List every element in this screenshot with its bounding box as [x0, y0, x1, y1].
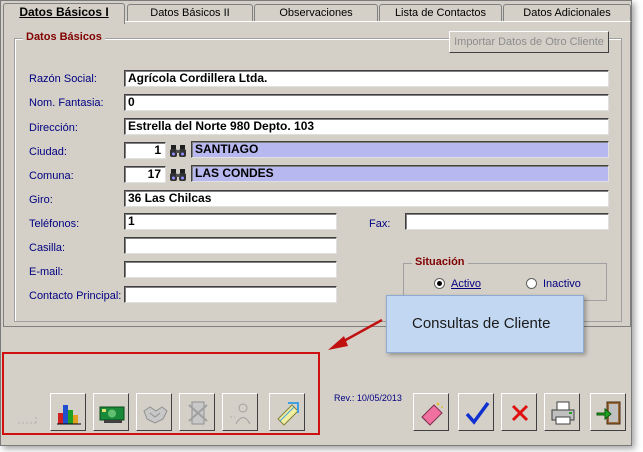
group-title: Datos Básicos — [23, 31, 105, 43]
highlight-box — [2, 352, 320, 435]
callout-box: Consultas de Cliente — [386, 295, 584, 353]
casilla-field[interactable] — [124, 237, 337, 254]
email-label: E-mail: — [29, 266, 64, 278]
email-field[interactable] — [124, 261, 337, 278]
ciudad-name-field: SANTIAGO — [191, 141, 609, 158]
comuna-code-field[interactable]: 17 — [124, 166, 166, 183]
contacto-label: Contacto Principal: — [29, 290, 122, 302]
radio-activo[interactable] — [434, 278, 445, 289]
revision-date: Rev.: 10/05/2013 — [334, 393, 402, 403]
binoculars-icon[interactable] — [169, 143, 187, 159]
comuna-name-field: LAS CONDES — [191, 165, 609, 182]
ciudad-code-field[interactable]: 1 — [124, 142, 166, 159]
cross-icon — [511, 404, 529, 422]
import-data-button[interactable]: Importar Datos de Otro Cliente — [449, 31, 609, 53]
casilla-label: Casilla: — [29, 242, 66, 254]
direccion-label: Dirección: — [29, 122, 78, 134]
ciudad-label: Ciudad: — [29, 146, 67, 158]
situacion-title: Situación — [412, 256, 468, 268]
telefonos-label: Teléfonos: — [29, 218, 80, 230]
razon-social-field[interactable]: Agrícola Cordillera Ltda. — [124, 70, 609, 87]
eraser-icon — [421, 402, 443, 426]
exit-door-icon — [596, 401, 621, 425]
comuna-label: Comuna: — [29, 170, 74, 182]
fax-field[interactable] — [405, 213, 609, 230]
binoculars-icon[interactable] — [169, 167, 187, 183]
giro-field[interactable]: 36 Las Chilcas — [124, 190, 609, 207]
radio-inactivo[interactable] — [526, 278, 537, 289]
cancel-button[interactable] — [501, 393, 537, 431]
print-button[interactable] — [544, 393, 580, 431]
radio-inactivo-label[interactable]: Inactivo — [543, 278, 581, 290]
direccion-field[interactable]: Estrella del Norte 980 Depto. 103 — [124, 118, 609, 135]
tab-datos-adicionales[interactable]: Datos Adicionales — [503, 4, 631, 22]
nom-fantasia-field[interactable]: 0 — [124, 94, 609, 111]
razon-social-label: Razón Social: — [29, 73, 97, 85]
giro-label: Giro: — [29, 194, 53, 206]
fax-label: Fax: — [369, 218, 391, 230]
radio-activo-label[interactable]: Activo — [451, 278, 481, 290]
telefonos-field[interactable]: 1 — [124, 213, 337, 230]
checkmark-icon — [465, 401, 490, 425]
tab-lista-contactos[interactable]: Lista de Contactos — [379, 4, 502, 22]
contacto-field[interactable] — [124, 286, 337, 303]
exit-button[interactable] — [590, 393, 626, 431]
tab-strip: Datos Básicos I Datos Básicos II Observa… — [3, 3, 631, 24]
printer-icon — [551, 401, 575, 425]
tab-observaciones[interactable]: Observaciones — [254, 4, 378, 22]
accept-button[interactable] — [458, 393, 494, 431]
nom-fantasia-label: Nom. Fantasia: — [29, 97, 104, 109]
tab-datos-basicos-ii[interactable]: Datos Básicos II — [127, 4, 253, 22]
clear-button[interactable] — [413, 393, 449, 431]
tab-datos-basicos-i[interactable]: Datos Básicos I — [3, 3, 125, 24]
